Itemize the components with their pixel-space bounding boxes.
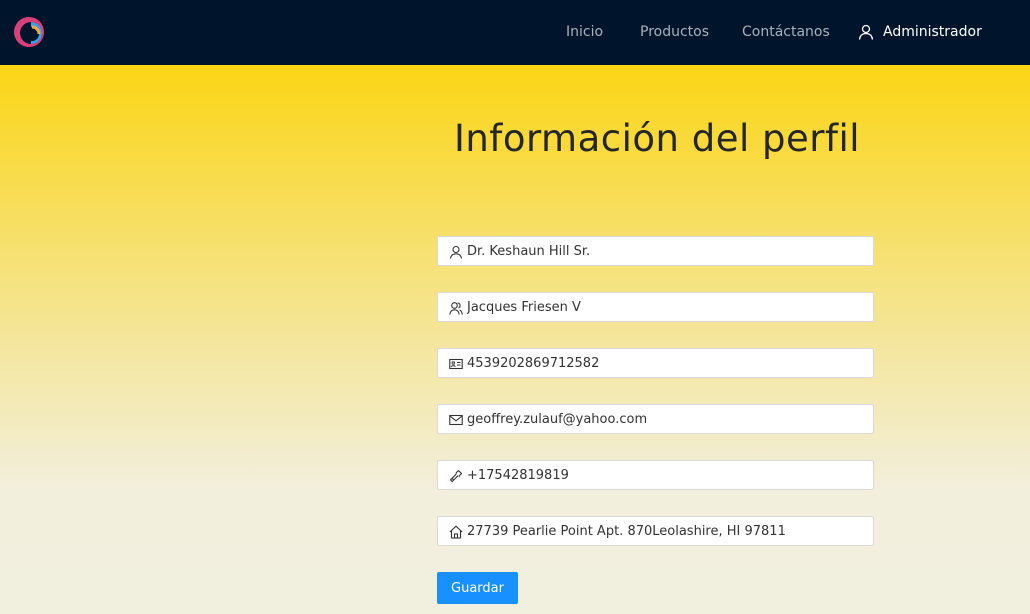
user-icon <box>858 24 874 40</box>
address-field[interactable] <box>437 516 874 546</box>
top-navbar: Inicio Productos Contáctanos Administrad… <box>0 0 1030 65</box>
email-field[interactable] <box>437 404 874 434</box>
mail-icon <box>449 414 463 426</box>
page-title: Información del perfil <box>453 117 861 160</box>
id-card-icon <box>449 358 463 370</box>
phone-icon <box>449 470 463 483</box>
name-field[interactable] <box>437 236 874 266</box>
nav-link-productos[interactable]: Productos <box>640 24 709 40</box>
phone-input[interactable] <box>467 461 867 489</box>
swirl-logo-icon[interactable] <box>13 16 45 48</box>
id-number-input[interactable] <box>467 349 867 377</box>
contact-name-field[interactable] <box>437 292 874 322</box>
nav-link-inicio[interactable]: Inicio <box>566 24 603 40</box>
users-icon <box>449 302 463 315</box>
nav-link-contactanos[interactable]: Contáctanos <box>742 24 830 40</box>
profile-section: Información del perfil Dr. Keshaun Hill … <box>0 65 1030 614</box>
id-number-field[interactable] <box>437 348 874 378</box>
address-input[interactable] <box>467 517 867 545</box>
save-button[interactable]: Guardar <box>437 572 518 604</box>
user-menu-label: Administrador <box>883 24 982 40</box>
name-input[interactable] <box>467 237 867 265</box>
phone-field[interactable] <box>437 460 874 490</box>
home-icon <box>449 525 463 539</box>
user-icon <box>449 245 463 259</box>
email-input[interactable] <box>467 405 867 433</box>
contact-name-input[interactable] <box>467 293 867 321</box>
